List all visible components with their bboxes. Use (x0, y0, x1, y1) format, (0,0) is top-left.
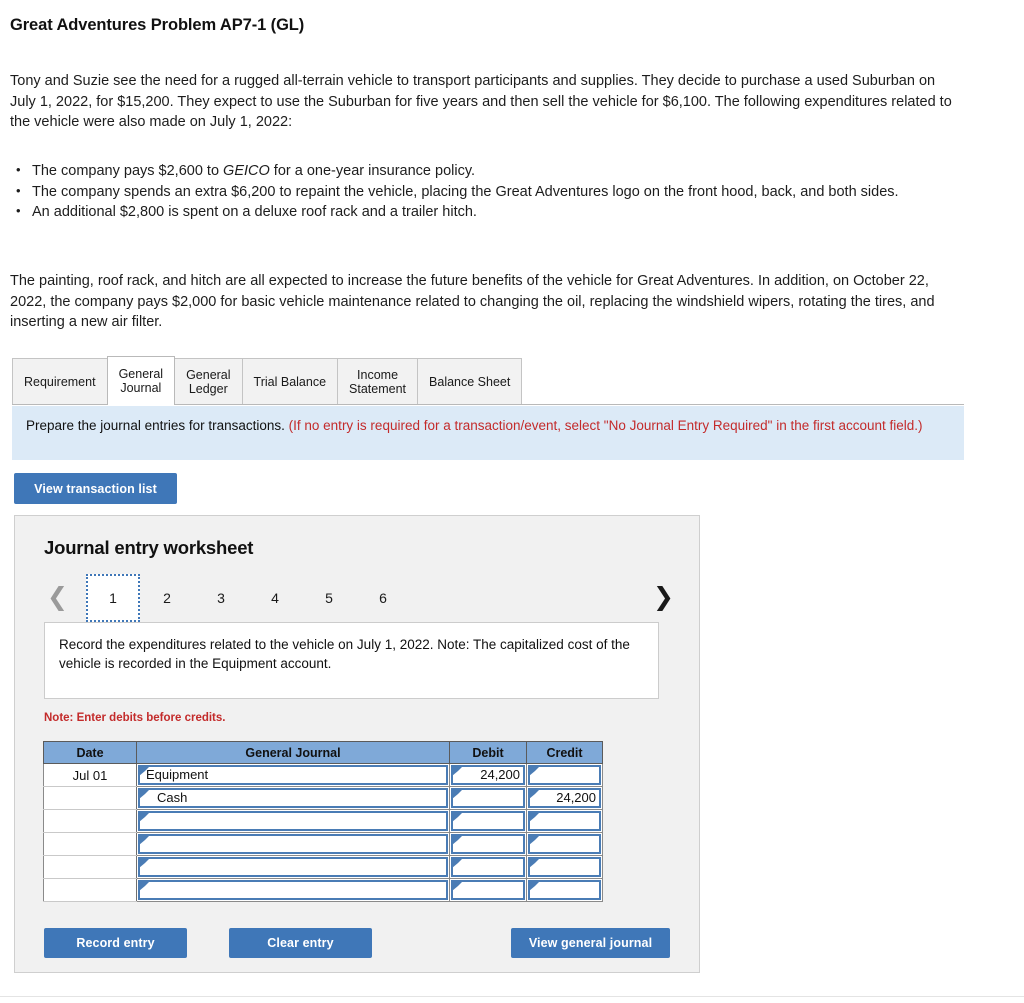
tab-income-statement[interactable]: Income Statement (337, 358, 419, 404)
debit-value (454, 858, 520, 875)
table-row: Jul 01 Equipment 24,200 (43, 763, 603, 787)
worksheet-page-2[interactable]: 2 (140, 574, 194, 622)
worksheet-instruction-box: Record the expenditures related to the v… (44, 622, 659, 699)
date-cell[interactable] (43, 878, 137, 902)
account-value (146, 881, 442, 898)
problem-closing-paragraph: The painting, roof rack, and hitch are a… (10, 273, 935, 330)
list-item: The company spends an extra $6,200 to re… (10, 181, 968, 203)
worksheet-page-1[interactable]: 1 (86, 574, 140, 622)
credit-value (531, 881, 596, 898)
table-row (43, 855, 603, 879)
bottom-divider (0, 996, 1024, 997)
list-item-text: An additional $2,800 is spent on a delux… (32, 204, 477, 220)
account-cell[interactable]: Equipment (136, 763, 450, 787)
debit-cell[interactable] (449, 786, 527, 810)
chevron-right-icon[interactable]: ❯ (653, 583, 674, 611)
account-cell[interactable]: Cash (136, 786, 450, 810)
record-entry-button[interactable]: Record entry (44, 928, 187, 958)
account-cell[interactable] (136, 832, 450, 856)
statement-tabstrip: Requirement General Journal General Ledger… (12, 356, 964, 405)
tab-general-ledger[interactable]: General Ledger (174, 358, 243, 404)
column-header-debit: Debit (449, 741, 527, 764)
column-header-credit: Credit (526, 741, 603, 764)
credit-value: 24,200 (556, 790, 596, 805)
problem-intro-paragraph: Tony and Suzie see the need for a rugged… (10, 73, 952, 130)
credit-cell[interactable] (526, 809, 603, 833)
debit-cell[interactable] (449, 832, 527, 856)
debit-cell[interactable]: 24,200 (449, 763, 527, 787)
credit-value (531, 766, 596, 783)
account-value: Cash (157, 790, 188, 805)
debit-cell[interactable] (449, 809, 527, 833)
view-transaction-list-button[interactable]: View transaction list (14, 473, 177, 504)
journal-entry-table: Date General Journal Debit Credit Jul 01 Equ… (43, 741, 603, 902)
instruction-banner-hint: (If no entry is required for a transacti… (288, 418, 923, 433)
chevron-left-icon[interactable]: ❮ (47, 583, 68, 611)
debits-before-credits-note: Note: Enter debits before credits. (44, 712, 226, 724)
instruction-banner: Prepare the journal entries for transact… (12, 406, 964, 460)
account-value (146, 812, 442, 829)
journal-table-header-row: Date General Journal Debit Credit (43, 741, 603, 764)
account-value (146, 858, 442, 875)
debit-value (454, 789, 520, 806)
list-item-text: The company pays $2,600 to (32, 163, 224, 179)
account-cell[interactable] (136, 809, 450, 833)
journal-entry-worksheet-card: Journal entry worksheet ❮ 123456 ❯ Recor… (14, 515, 700, 973)
column-header-general-journal: General Journal (136, 741, 450, 764)
worksheet-page-numbers: 123456 (86, 574, 410, 622)
list-item: An additional $2,800 is spent on a delux… (10, 201, 968, 223)
account-cell[interactable] (136, 878, 450, 902)
debit-value (454, 812, 520, 829)
expenditure-bullet-list: The company pays $2,600 to GEICO for a o… (10, 160, 968, 223)
tab-general-journal[interactable]: General Journal (106, 356, 176, 405)
debit-cell[interactable] (449, 878, 527, 902)
table-row: Cash 24,200 (43, 786, 603, 810)
credit-value (531, 812, 596, 829)
list-item-text: The company spends an extra $6,200 to re… (32, 183, 899, 200)
worksheet-title: Journal entry worksheet (44, 537, 254, 558)
list-item-text-suffix: for a one-year insurance policy. (269, 163, 476, 179)
worksheet-page-6[interactable]: 6 (356, 574, 410, 622)
debit-value (454, 881, 520, 898)
column-header-date: Date (43, 741, 137, 764)
tab-trial-balance[interactable]: Trial Balance (241, 358, 339, 404)
table-row (43, 832, 603, 856)
date-cell[interactable] (43, 855, 137, 879)
credit-cell[interactable]: 24,200 (526, 786, 603, 810)
instruction-banner-main: Prepare the journal entries for transact… (26, 418, 285, 433)
problem-page: Great Adventures Problem AP7-1 (GL) Tony… (0, 0, 1024, 1003)
worksheet-pager: ❮ 123456 ❯ (39, 574, 679, 622)
table-row (43, 809, 603, 833)
date-cell[interactable] (43, 809, 137, 833)
dropdown-triangle-icon[interactable] (139, 789, 150, 799)
debit-value: 24,200 (480, 767, 520, 782)
clear-entry-button[interactable]: Clear entry (229, 928, 372, 958)
credit-cell[interactable] (526, 855, 603, 879)
list-item-emphasis: GEICO (223, 163, 270, 179)
date-cell[interactable] (43, 786, 137, 810)
date-cell[interactable] (43, 832, 137, 856)
credit-cell[interactable] (526, 878, 603, 902)
date-cell[interactable]: Jul 01 (43, 763, 137, 787)
worksheet-page-4[interactable]: 4 (248, 574, 302, 622)
account-value (146, 835, 442, 852)
credit-cell[interactable] (526, 763, 603, 787)
list-item: The company pays $2,600 to GEICO for a o… (10, 160, 968, 182)
journal-table-body: Jul 01 Equipment 24,200 Cash 24,200 (43, 763, 603, 902)
page-title: Great Adventures Problem AP7-1 (GL) (10, 16, 305, 34)
tab-balance-sheet[interactable]: Balance Sheet (417, 358, 523, 404)
debit-cell[interactable] (449, 855, 527, 879)
debit-value (454, 835, 520, 852)
worksheet-page-3[interactable]: 3 (194, 574, 248, 622)
account-value: Equipment (146, 767, 209, 782)
credit-cell[interactable] (526, 832, 603, 856)
table-row (43, 878, 603, 902)
tab-requirement[interactable]: Requirement (12, 358, 108, 404)
credit-value (531, 835, 596, 852)
credit-value (531, 858, 596, 875)
view-general-journal-button[interactable]: View general journal (511, 928, 670, 958)
worksheet-page-5[interactable]: 5 (302, 574, 356, 622)
account-cell[interactable] (136, 855, 450, 879)
